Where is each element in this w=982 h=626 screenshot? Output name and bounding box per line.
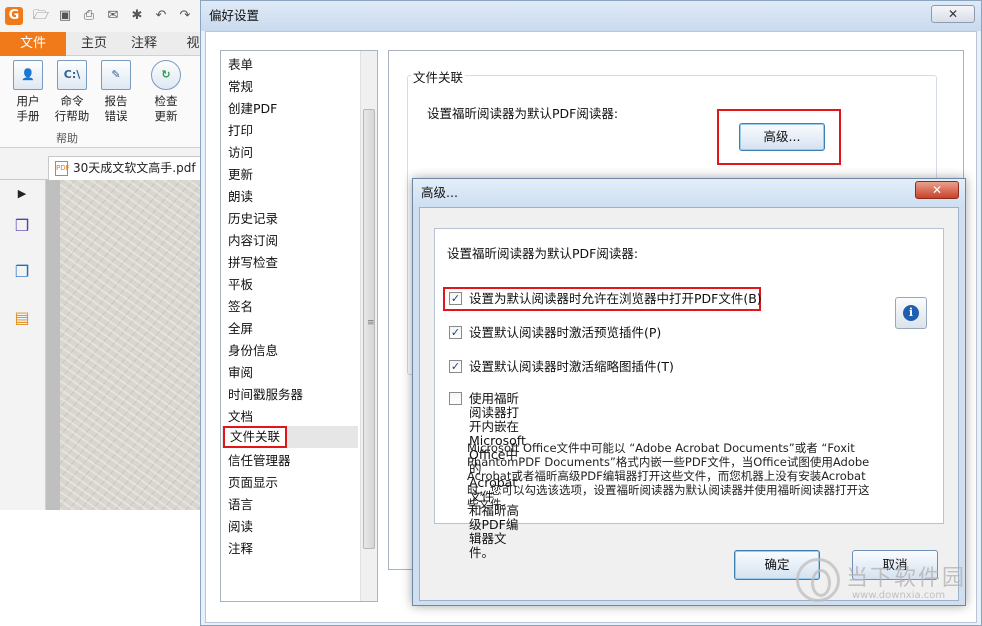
advanced-dialog-titlebar[interactable]: 高级... ✕ <box>413 179 965 207</box>
category-item[interactable]: 历史记录 <box>228 208 278 230</box>
report-error-icon: ✎ <box>101 60 131 90</box>
advanced-heading: 设置福昕阅读器为默认PDF阅读器: <box>447 246 639 261</box>
cancel-button[interactable]: 取消 <box>852 550 938 580</box>
document-tab-title: 30天成文软文高手.pdf <box>73 161 196 175</box>
foxit-app-window: G 🗁 ▣ ⎙ ✉ ✱ ↶ ↷ 文件 主页 注释 视 👤 用户 手册 C:\ 命… <box>0 0 210 510</box>
office-option-description: Microsoft Office文件中可能以 “Adobe Acrobat Do… <box>467 441 870 511</box>
ribbon-tabs: 文件 主页 注释 视 <box>0 32 210 56</box>
expand-panel-icon[interactable]: ▶ <box>12 184 32 204</box>
redo-icon[interactable]: ↷ <box>176 7 194 25</box>
advanced-dialog: 高级... ✕ 设置福昕阅读器为默认PDF阅读器: ✓ 设置为默认阅读器时允许在… <box>412 178 966 606</box>
document-tab[interactable]: PDF 30天成文软文高手.pdf <box>48 156 210 180</box>
option-label: 设置为默认阅读器时允许在浏览器中打开PDF文件(B) <box>469 291 762 306</box>
user-manual-icon: 👤 <box>13 60 43 90</box>
foxit-logo-icon: G <box>5 7 23 25</box>
advanced-dialog-body: 设置福昕阅读器为默认PDF阅读器: ✓ 设置为默认阅读器时允许在浏览器中打开PD… <box>419 207 959 601</box>
check-update-icon: ↻ <box>151 60 181 90</box>
category-item[interactable]: 信任管理器 <box>228 450 291 472</box>
open-icon[interactable]: 🗁 <box>32 7 50 25</box>
document-view[interactable] <box>46 180 210 510</box>
bookmark-icon[interactable]: ❒ <box>12 216 32 236</box>
print-icon[interactable]: ⎙ <box>80 7 98 25</box>
category-item[interactable]: 拼写检查 <box>228 252 278 274</box>
tab-comment[interactable]: 注释 <box>122 32 166 56</box>
category-item[interactable]: 注释 <box>228 538 253 560</box>
category-item[interactable]: 更新 <box>228 164 253 186</box>
comments-icon[interactable]: ▤ <box>12 308 32 328</box>
pages-icon[interactable]: ❐ <box>12 262 32 282</box>
user-manual-label: 用户 手册 <box>16 94 40 123</box>
advanced-button[interactable]: 高级... <box>739 123 825 151</box>
new-icon[interactable]: ✱ <box>128 7 146 25</box>
advanced-dialog-close-button[interactable]: ✕ <box>915 181 959 199</box>
pdf-file-icon: PDF <box>55 161 70 176</box>
pdf-page-preview <box>60 180 210 510</box>
option-label: 设置默认阅读器时激活缩略图插件(T) <box>469 359 674 374</box>
close-icon: ✕ <box>931 183 943 197</box>
category-item[interactable]: 身份信息 <box>228 340 278 362</box>
check-update-label: 检查 更新 <box>154 94 178 123</box>
category-item[interactable]: 时间戳服务器 <box>228 384 303 406</box>
category-scrollbar-thumb[interactable]: ≡ <box>363 109 375 549</box>
info-button[interactable]: i <box>895 297 927 329</box>
category-item[interactable]: 朗读 <box>228 186 253 208</box>
checkbox-thumbnail-plugin[interactable]: ✓ <box>449 360 462 373</box>
category-item[interactable]: 文档 <box>228 406 253 428</box>
category-item[interactable]: 全屏 <box>228 318 253 340</box>
category-item[interactable]: 表单 <box>228 54 253 76</box>
ok-button[interactable]: 确定 <box>734 550 820 580</box>
category-item[interactable]: 访问 <box>228 142 253 164</box>
document-tab-strip: PDF 30天成文软文高手.pdf <box>0 150 210 180</box>
navigation-panel: ▶ ❒ ❐ ▤ <box>0 180 46 510</box>
category-item[interactable]: 平板 <box>228 274 253 296</box>
checkbox-open-in-browser[interactable]: ✓ <box>449 292 462 305</box>
category-item[interactable]: 常规 <box>228 76 253 98</box>
checkbox-preview-plugin[interactable]: ✓ <box>449 326 462 339</box>
file-association-group-title: 文件关联 <box>411 67 466 86</box>
category-list[interactable]: 表单 常规 创建PDF 打印 访问 更新 朗读 历史记录 内容订阅 拼写检查 平… <box>220 50 378 602</box>
preferences-title: 偏好设置 <box>209 8 260 23</box>
advanced-options-panel: 设置福昕阅读器为默认PDF阅读器: ✓ 设置为默认阅读器时允许在浏览器中打开PD… <box>434 228 944 560</box>
tab-file[interactable]: 文件 <box>0 32 66 56</box>
scroll-grip-icon: ≡ <box>367 318 375 328</box>
checkbox-office-embedded[interactable] <box>449 392 462 405</box>
category-item[interactable]: 签名 <box>228 296 253 318</box>
default-reader-label: 设置福昕阅读器为默认PDF阅读器: <box>427 106 619 121</box>
ribbon-group-help-label: 帮助 <box>56 132 78 145</box>
category-item-file-association[interactable]: 文件关联 <box>223 426 288 448</box>
command-line-icon: C:\ <box>57 60 87 90</box>
category-item[interactable]: 创建PDF <box>228 98 277 120</box>
category-item[interactable]: 页面显示 <box>228 472 278 494</box>
preferences-titlebar[interactable]: 偏好设置 ✕ <box>201 1 981 31</box>
user-manual-button[interactable]: 👤 用户 手册 <box>6 60 50 124</box>
save-icon[interactable]: ▣ <box>56 7 74 25</box>
preferences-close-button[interactable]: ✕ <box>931 5 975 23</box>
check-update-button[interactable]: ↻ 检查 更新 <box>144 60 188 124</box>
command-line-help-button[interactable]: C:\ 命令 行帮助 <box>50 60 94 124</box>
email-icon[interactable]: ✉ <box>104 7 122 25</box>
close-icon: ✕ <box>947 7 959 21</box>
option-label: 设置默认阅读器时激活预览插件(P) <box>469 325 662 340</box>
category-item[interactable]: 内容订阅 <box>228 230 278 252</box>
quick-access-toolbar: G 🗁 ▣ ⎙ ✉ ✱ ↶ ↷ <box>0 0 210 32</box>
undo-icon[interactable]: ↶ <box>152 7 170 25</box>
category-item[interactable]: 阅读 <box>228 516 253 538</box>
tab-home[interactable]: 主页 <box>72 32 116 56</box>
info-icon: i <box>903 305 919 321</box>
command-line-help-label: 命令 行帮助 <box>54 94 90 123</box>
category-scrollbar[interactable]: ≡ <box>360 51 377 601</box>
category-item[interactable]: 打印 <box>228 120 253 142</box>
ribbon-body: 👤 用户 手册 C:\ 命令 行帮助 ✎ 报告 错误 ↻ 检查 更新 帮助 <box>0 56 210 148</box>
report-error-button[interactable]: ✎ 报告 错误 <box>94 60 138 124</box>
report-error-label: 报告 错误 <box>104 94 128 123</box>
category-item[interactable]: 审阅 <box>228 362 253 384</box>
category-item[interactable]: 语言 <box>228 494 253 516</box>
advanced-dialog-title: 高级... <box>421 185 458 200</box>
